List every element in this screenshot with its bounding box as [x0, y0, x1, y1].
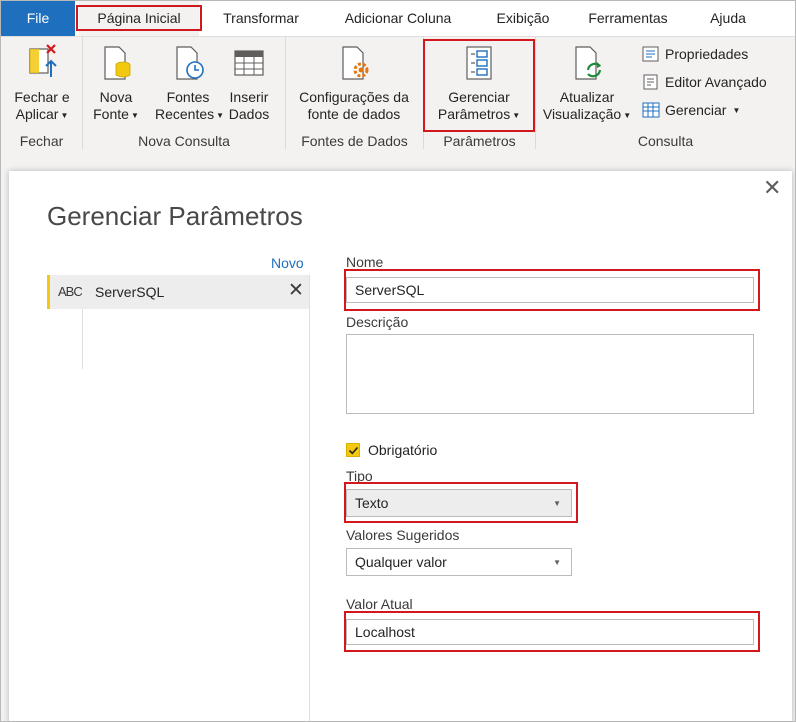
chevron-down-icon: ▼ — [553, 558, 561, 567]
chevron-down-icon: ▼ — [60, 110, 69, 120]
close-apply-button[interactable]: Fechar e Aplicar ▼ — [9, 43, 75, 124]
required-label: Obrigatório — [368, 442, 438, 458]
recent-sources-button[interactable]: Fontes Recentes ▼ — [155, 43, 224, 124]
table-icon — [234, 50, 264, 76]
manage-parameters-dialog: ✕ Gerenciar Parâmetros Novo ABC ServerSQ… — [9, 171, 792, 721]
advanced-editor-button[interactable]: Editor Avançado — [641, 73, 767, 91]
chevron-down-icon: ▼ — [623, 110, 632, 120]
description-label: Descrição — [346, 314, 409, 330]
advanced-editor-icon — [643, 74, 658, 90]
new-source-button[interactable]: Nova Fonte ▼ — [87, 43, 145, 124]
tab-tools[interactable]: Ferramentas — [575, 1, 681, 36]
current-value-label: Valor Atual — [346, 596, 413, 612]
new-source-label-2: Fonte — [93, 106, 129, 122]
chevron-down-icon: ▼ — [732, 105, 741, 115]
manage-parameters-label-1: Gerenciar — [448, 89, 510, 105]
properties-icon — [642, 46, 659, 62]
close-apply-label-1: Fechar e — [14, 89, 70, 105]
manage-label: Gerenciar — [665, 102, 727, 118]
data-source-settings-label-2: fonte de dados — [307, 106, 401, 122]
current-value-field[interactable]: Localhost — [346, 619, 754, 645]
tab-home[interactable]: Página Inicial — [79, 1, 199, 36]
ribbon-tab-strip: File Página Inicial Transformar Adiciona… — [1, 1, 795, 36]
parameter-item-serversql[interactable]: ABC ServerSQL ✕ — [47, 275, 309, 309]
data-source-settings-button[interactable]: Configurações da fonte de dados — [291, 43, 417, 123]
suggested-values-value: Qualquer valor — [355, 554, 447, 570]
close-apply-label-2: Aplicar — [15, 106, 59, 122]
suggested-values-label: Valores Sugeridos — [346, 527, 460, 543]
text-type-icon: ABC — [58, 284, 83, 299]
properties-label: Propriedades — [665, 46, 749, 62]
group-label-data-sources: Fontes de Dados — [301, 133, 408, 149]
name-field[interactable]: ServerSQL — [346, 277, 754, 303]
description-field[interactable] — [346, 334, 754, 414]
advanced-editor-label: Editor Avançado — [665, 74, 767, 90]
properties-button[interactable]: Propriedades — [641, 45, 748, 63]
tab-transform[interactable]: Transformar — [209, 1, 313, 36]
chevron-down-icon: ▼ — [553, 499, 561, 508]
list-divider — [82, 309, 83, 369]
refresh-preview-label-1: Atualizar — [559, 89, 615, 105]
data-source-settings-label-1: Configurações da — [299, 89, 409, 105]
type-select[interactable]: Texto ▼ — [346, 489, 572, 517]
suggested-values-select[interactable]: Qualquer valor ▼ — [346, 548, 572, 576]
tab-add-column[interactable]: Adicionar Coluna — [325, 1, 471, 36]
tab-help[interactable]: Ajuda — [693, 1, 763, 36]
data-source-settings-icon — [342, 46, 369, 80]
close-icon[interactable]: ✕ — [763, 175, 781, 201]
delete-parameter-icon[interactable]: ✕ — [288, 279, 304, 302]
refresh-icon — [575, 46, 602, 80]
parameter-list: ABC ServerSQL ✕ — [47, 275, 310, 721]
ribbon: Fechar e Aplicar ▼ Nova Fonte ▼ Fontes Rec… — [1, 37, 795, 153]
parameters-icon — [466, 46, 492, 80]
close-apply-icon — [29, 44, 57, 77]
refresh-preview-button[interactable]: Atualizar Visualização ▼ — [537, 43, 637, 124]
checkmark-icon — [348, 446, 359, 455]
tab-view[interactable]: Exibição — [481, 1, 565, 36]
recent-sources-icon — [176, 46, 204, 80]
enter-data-label-1: Inserir — [229, 89, 269, 105]
refresh-preview-label-2: Visualização — [542, 106, 622, 122]
new-source-icon — [104, 46, 131, 80]
recent-sources-label-2: Recentes — [155, 106, 215, 122]
chevron-down-icon: ▼ — [512, 110, 521, 120]
manage-parameters-label-2: Parâmetros — [437, 106, 511, 122]
recent-sources-label-1: Fontes — [166, 89, 210, 105]
tab-file[interactable]: File — [1, 1, 75, 36]
type-select-value: Texto — [355, 495, 389, 511]
new-parameter-link[interactable]: Novo — [271, 255, 304, 271]
group-label-close: Fechar — [19, 133, 64, 149]
manage-button[interactable]: Gerenciar ▼ — [641, 101, 740, 119]
new-source-label-1: Nova — [99, 89, 133, 105]
group-label-parameters: Parâmetros — [443, 133, 516, 149]
type-label: Tipo — [346, 468, 373, 484]
enter-data-label-2: Dados — [228, 106, 270, 122]
dialog-title: Gerenciar Parâmetros — [47, 201, 303, 231]
group-label-new-query: Nova Consulta — [138, 133, 230, 149]
power-query-window: File Página Inicial Transformar Adiciona… — [0, 0, 796, 722]
group-label-query: Consulta — [637, 133, 694, 149]
enter-data-button[interactable]: Inserir Dados — [223, 43, 275, 123]
parameter-name: ServerSQL — [95, 284, 165, 300]
manage-parameters-button[interactable]: Gerenciar Parâmetros ▼ — [429, 43, 529, 124]
table-icon — [642, 102, 660, 118]
chevron-down-icon: ▼ — [130, 110, 139, 120]
required-checkbox[interactable] — [346, 443, 360, 457]
name-label: Nome — [346, 254, 384, 270]
